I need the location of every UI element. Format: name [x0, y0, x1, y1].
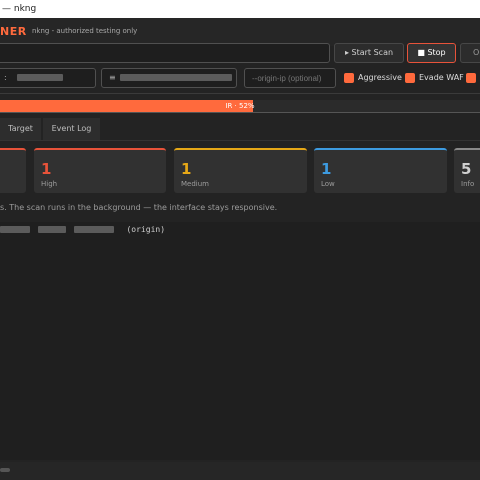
severity-count: 1	[321, 160, 332, 178]
severity-card-info: 5 Info	[454, 148, 480, 193]
background-scan-note: s. The scan runs in the background — the…	[0, 203, 278, 212]
tab-event-log[interactable]: Event Log	[43, 118, 100, 140]
redacted-value	[17, 74, 64, 81]
tab-event-log-label: Event Log	[51, 124, 92, 133]
severity-card-medium: 1 Medium	[174, 148, 307, 193]
redacted-value	[73, 226, 114, 233]
options-label: Op	[473, 48, 480, 57]
evade-waf-label: Evade WAF	[419, 73, 464, 82]
tabs-divider	[0, 140, 480, 141]
redacted-value	[0, 226, 30, 233]
stop-label: ■ Stop	[417, 48, 446, 57]
horizontal-scrollbar[interactable]	[0, 468, 10, 472]
extra-option-checkbox[interactable]	[466, 73, 476, 83]
scan-field-1[interactable]: :	[0, 68, 96, 88]
tab-target-label: Target	[8, 124, 33, 133]
aggressive-checkbox[interactable]	[344, 73, 354, 83]
scan-field-1-label: :	[4, 73, 7, 82]
log-line: (origin)	[0, 225, 165, 234]
severity-label: High	[41, 180, 58, 188]
origin-ip-input[interactable]	[244, 68, 336, 88]
scan-field-2-prefix: ≡	[109, 73, 116, 82]
options-button[interactable]: Op	[460, 43, 480, 63]
scan-field-2[interactable]: ≡	[101, 68, 237, 88]
severity-card-critical	[0, 148, 26, 193]
aggressive-label: Aggressive	[358, 73, 402, 82]
evade-waf-checkbox[interactable]	[405, 73, 415, 83]
redacted-value	[37, 226, 66, 233]
scan-progress-label: IR · 52%	[225, 102, 255, 110]
severity-count: 1	[181, 160, 192, 178]
target-input[interactable]	[0, 43, 330, 63]
start-scan-label: ▸ Start Scan	[344, 48, 394, 57]
divider	[0, 93, 480, 94]
app-subtitle: nkng - authorized testing only	[32, 27, 138, 35]
severity-label: Low	[321, 180, 335, 188]
window-title: — nkng	[2, 4, 37, 14]
severity-card-high: 1 High	[34, 148, 166, 193]
log-panel	[0, 222, 480, 460]
severity-label: Info	[461, 180, 475, 188]
redacted-value	[120, 74, 233, 81]
start-scan-button[interactable]: ▸ Start Scan	[334, 43, 404, 63]
severity-count: 5	[461, 160, 472, 178]
app-brand: NER	[0, 25, 27, 38]
severity-count: 1	[41, 160, 52, 178]
tab-target[interactable]: Target	[0, 118, 41, 140]
severity-card-low: 1 Low	[314, 148, 447, 193]
status-bar	[0, 462, 480, 480]
stop-button[interactable]: ■ Stop	[407, 43, 456, 63]
origin-tag: (origin)	[126, 225, 166, 234]
window-titlebar: — nkng	[0, 0, 480, 18]
severity-label: Medium	[181, 180, 209, 188]
